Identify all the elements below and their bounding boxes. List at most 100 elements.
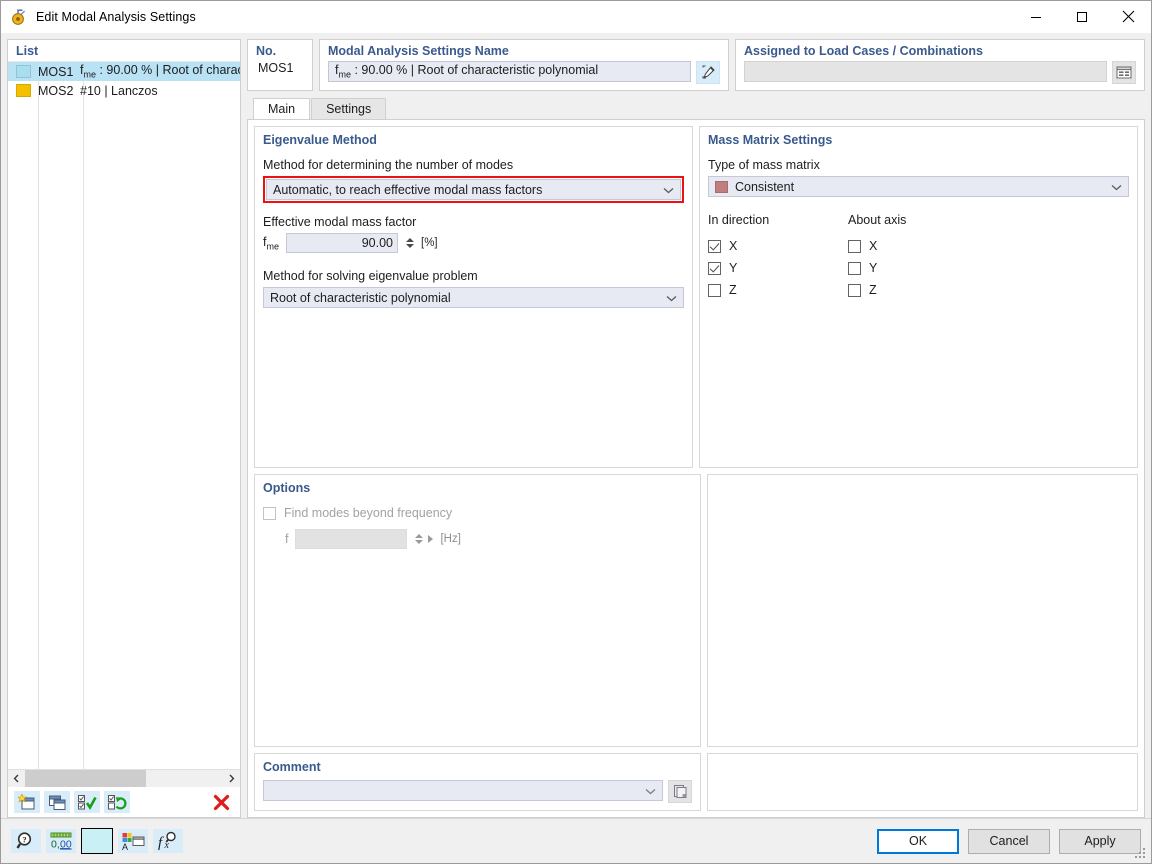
copy-pages-icon[interactable] [668,780,692,803]
checkbox-direction-z[interactable]: Z [708,279,848,301]
apply-button[interactable]: Apply [1059,829,1141,854]
frequency-input[interactable] [295,529,407,549]
fme-field-row: fme 90.00 [%] [263,233,684,253]
name-card: Modal Analysis Settings Name fme : 90.00… [319,39,729,91]
color-swatch [16,84,31,97]
fme-stepper[interactable] [405,234,414,252]
delete-item-button[interactable] [208,791,234,813]
comment-dropdown[interactable] [263,780,663,801]
mass-matrix-panel: Mass Matrix Settings Type of mass matrix… [699,126,1138,468]
new-item-button[interactable] [14,791,40,813]
about-axis-label: About axis [848,213,988,227]
fme-input[interactable]: 90.00 [286,233,398,253]
mass-matrix-type-label: Type of mass matrix [708,158,1129,172]
numeric-units-icon[interactable]: 0, 00 [46,829,76,853]
edit-pencil-icon[interactable] [696,61,720,84]
list-horizontal-scrollbar[interactable] [8,769,240,787]
list-toolbar [8,787,240,817]
empty-panel-right-bottom [707,753,1138,811]
checkbox-icon[interactable] [848,240,861,253]
checkbox-icon[interactable] [848,262,861,275]
name-input[interactable]: fme : 90.00 % | Root of characteristic p… [328,61,691,82]
checkbox-icon[interactable] [708,284,721,297]
mass-matrix-type-dropdown[interactable]: Consistent [708,176,1129,197]
checkbox-icon[interactable] [848,284,861,297]
close-button[interactable] [1105,2,1151,32]
checkbox-icon[interactable] [263,507,276,520]
method-modes-highlight: Automatic, to reach effective modal mass… [263,176,684,203]
frequency-symbol-label: f [285,532,288,546]
list-body[interactable]: MOS1 fme : 90.00 % | Root of character M… [8,61,240,769]
checkbox-icon[interactable] [708,240,721,253]
function-icon[interactable]: f x [153,829,183,853]
checkbox-axis-z[interactable]: Z [848,279,988,301]
chevron-down-icon [663,183,674,197]
settings-row-bottom: Comment [254,753,1138,811]
assigned-input[interactable] [744,61,1107,82]
checkbox-axis-x[interactable]: X [848,235,988,257]
dialog-content: List MOS1 fme : 90.00 % | Root of charac… [1,33,1151,863]
chevron-left-icon[interactable] [8,770,25,787]
title-bar: Edit Modal Analysis Settings [1,1,1151,33]
list-item[interactable]: MOS1 fme : 90.00 % | Root of character [8,62,240,81]
frequency-expand-icon[interactable] [428,535,433,543]
minimize-button[interactable] [1013,2,1059,32]
list-item-id: MOS1 [31,65,76,79]
solve-method-dropdown[interactable]: Root of characteristic polynomial [263,287,684,308]
window-title: Edit Modal Analysis Settings [36,10,196,24]
comment-panel: Comment [254,753,701,811]
svg-text:?: ? [22,834,26,844]
checkbox-direction-x[interactable]: X [708,235,848,257]
number-value: MOS1 [256,61,304,75]
mass-matrix-type-value: Consistent [735,180,794,194]
find-modes-checkbox-row[interactable]: Find modes beyond frequency [263,506,692,520]
header-row: No. MOS1 Modal Analysis Settings Name fm… [247,39,1145,91]
copy-item-button[interactable] [44,791,70,813]
number-card: No. MOS1 [247,39,313,91]
comment-row [263,780,692,803]
list-item[interactable]: MOS2 #10 | Lanczos [8,81,240,100]
empty-panel-right-middle [707,474,1138,747]
about-axis-column: About axis X Y [848,213,988,301]
svg-text:A: A [122,842,128,851]
chevron-down-icon [666,291,677,305]
fme-unit: [%] [421,237,438,249]
invert-selection-button[interactable] [104,791,130,813]
frequency-field-row: f [Hz] [263,529,692,549]
ok-button[interactable]: OK [877,829,959,854]
solve-method-label: Method for solving eigenvalue problem [263,269,684,283]
settings-row-middle: Options Find modes beyond frequency f [ [254,474,1138,747]
eigenvalue-method-title: Eigenvalue Method [263,133,684,147]
list-column-divider [38,62,39,769]
list-item-id: MOS2 [31,84,76,98]
frequency-stepper[interactable] [414,530,423,548]
name-label: Modal Analysis Settings Name [328,44,720,58]
comment-title: Comment [263,760,692,774]
checkbox-axis-y[interactable]: Y [848,257,988,279]
maximize-button[interactable] [1059,2,1105,32]
checkbox-direction-y[interactable]: Y [708,257,848,279]
method-modes-label: Method for determining the number of mod… [263,158,684,172]
in-direction-column: In direction X Y [708,213,848,301]
solve-method-value: Root of characteristic polynomial [270,291,451,305]
options-panel: Options Find modes beyond frequency f [ [254,474,701,747]
cancel-button[interactable]: Cancel [968,829,1050,854]
checkbox-icon[interactable] [708,262,721,275]
method-modes-dropdown[interactable]: Automatic, to reach effective modal mass… [266,179,681,200]
chevron-right-icon[interactable] [223,770,240,787]
checkbox-label: Y [869,261,877,275]
tab-settings[interactable]: Settings [311,98,386,119]
resize-grip[interactable] [1135,848,1147,860]
display-properties-icon[interactable]: A [118,829,148,853]
assigned-label: Assigned to Load Cases / Combinations [744,44,1136,58]
table-select-icon[interactable] [1112,61,1136,84]
scrollbar-track[interactable] [25,770,223,787]
list-panel: List MOS1 fme : 90.00 % | Root of charac… [7,39,241,818]
tab-main[interactable]: Main [253,98,310,119]
svg-text:f: f [158,835,164,851]
select-all-button[interactable] [74,791,100,813]
color-swatch-icon[interactable] [81,828,113,854]
scrollbar-thumb[interactable] [25,770,146,787]
assigned-card: Assigned to Load Cases / Combinations [735,39,1145,91]
magnifier-info-icon[interactable]: ? [11,829,41,853]
